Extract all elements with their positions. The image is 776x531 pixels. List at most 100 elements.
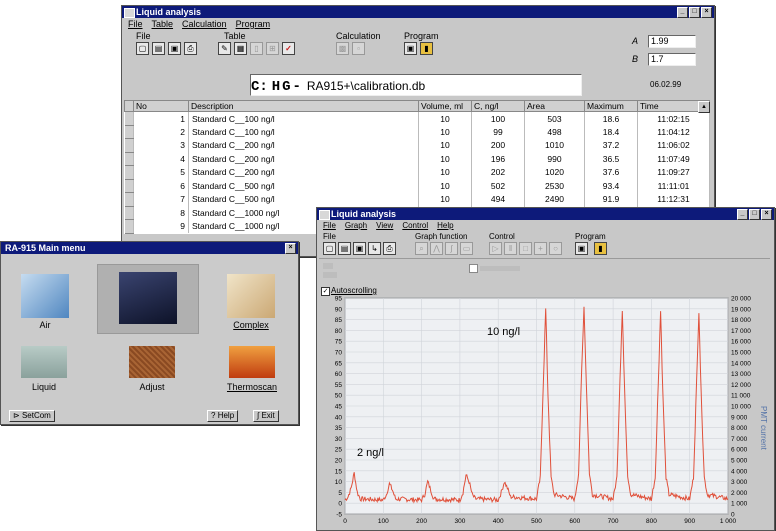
record-icon[interactable]: ○ bbox=[549, 242, 562, 255]
scroll-up-icon[interactable]: ▲ bbox=[698, 101, 710, 113]
graph-save-icon[interactable]: ▣ bbox=[353, 242, 366, 255]
thermoscan-tile-image[interactable] bbox=[229, 346, 275, 378]
exit-door-icon[interactable]: ▮ bbox=[420, 42, 433, 55]
cell-maximum: 37.2 bbox=[584, 138, 638, 152]
stop-icon[interactable]: □ bbox=[519, 242, 532, 255]
graph-program-icon[interactable]: ▣ bbox=[575, 242, 588, 255]
print-icon[interactable]: ⎙ bbox=[184, 42, 197, 55]
y-tick-label: 40 bbox=[335, 414, 343, 421]
table-row[interactable]: 2 Standard C__100 ng/l 10 99 498 18.4 11:04:12 bbox=[124, 125, 710, 139]
exit-button[interactable]: ∫ Exit bbox=[253, 410, 279, 422]
graph-exit-icon[interactable]: ▮ bbox=[594, 242, 607, 255]
maximize-icon[interactable]: □ bbox=[689, 7, 700, 18]
close-icon[interactable]: × bbox=[701, 7, 712, 18]
calc-icon[interactable]: ▩ bbox=[336, 42, 349, 55]
table-grid-icon[interactable]: ▦ bbox=[234, 42, 247, 55]
thermoscan-tile-label[interactable]: Thermoscan bbox=[217, 382, 287, 392]
check-icon[interactable]: ✓ bbox=[282, 42, 295, 55]
graph-export-icon[interactable]: ↳ bbox=[368, 242, 381, 255]
baseline-icon[interactable]: ▭ bbox=[460, 242, 473, 255]
table-row[interactable]: 6 Standard C__500 ng/l 10 502 2530 93.4 11:11:… bbox=[124, 179, 710, 193]
program-icon[interactable]: ▣ bbox=[404, 42, 417, 55]
graph-open-icon[interactable]: ▤ bbox=[338, 242, 351, 255]
faded-checkbox[interactable] bbox=[469, 264, 478, 273]
graph-menu-control[interactable]: Control bbox=[402, 220, 428, 232]
row-selector[interactable] bbox=[124, 219, 134, 234]
param-b-field[interactable]: 1.7 bbox=[648, 53, 696, 66]
col-header-maximum[interactable]: Maximum bbox=[584, 100, 638, 112]
row-selector[interactable] bbox=[124, 192, 134, 207]
adjust-tile-label[interactable]: Adjust bbox=[117, 382, 187, 392]
row-selector[interactable] bbox=[124, 138, 134, 153]
col-header-concentration[interactable]: C, ng/l bbox=[471, 100, 525, 112]
table-row[interactable]: 3 Standard C__200 ng/l 10 200 1010 37.2 11:06:… bbox=[124, 138, 710, 153]
table-row[interactable]: 4 Standard C__200 ng/l 10 196 990 36.5 11:07:4… bbox=[124, 152, 710, 166]
y2-tick-label: 20 000 bbox=[731, 296, 751, 303]
edit-table-icon[interactable]: ✎ bbox=[218, 42, 231, 55]
cell-no: 8 bbox=[133, 206, 189, 220]
zoom-icon[interactable]: ⌕ bbox=[415, 242, 428, 255]
graph-minimize-icon[interactable]: _ bbox=[737, 209, 748, 220]
graph-maximize-icon[interactable]: □ bbox=[749, 209, 760, 220]
setcom-button[interactable]: ⊳ SetCom bbox=[9, 410, 55, 422]
plus-icon[interactable]: + bbox=[534, 242, 547, 255]
menu-table[interactable]: Table bbox=[152, 18, 174, 30]
row-selector[interactable] bbox=[124, 111, 134, 126]
table-row[interactable]: 1 Standard C__100 ng/l 10 100 503 18.6 11:02:1… bbox=[124, 111, 710, 126]
col-header-no[interactable]: No bbox=[133, 100, 189, 112]
cell-area: 498 bbox=[524, 125, 585, 139]
graph-menu-help[interactable]: Help bbox=[437, 220, 453, 232]
graph-new-icon[interactable]: ▢ bbox=[323, 242, 336, 255]
row-selector[interactable] bbox=[124, 125, 134, 139]
peak-icon[interactable]: ⋀ bbox=[430, 242, 443, 255]
menu-file[interactable]: File bbox=[128, 18, 143, 30]
y2-tick-label: 12 000 bbox=[731, 382, 751, 389]
integrate-icon[interactable]: ∫ bbox=[445, 242, 458, 255]
path-text: RA915+\calibration.db bbox=[306, 79, 426, 93]
complex-tile-label[interactable]: Complex bbox=[216, 320, 286, 330]
liquid-tile-image[interactable] bbox=[21, 346, 67, 378]
table-window-title: Liquid analysis bbox=[136, 7, 202, 17]
graph-app-icon bbox=[319, 210, 330, 220]
row-selector[interactable] bbox=[124, 206, 134, 220]
row-selector[interactable] bbox=[124, 165, 134, 180]
graph-menu-view[interactable]: View bbox=[376, 220, 393, 232]
menu-program[interactable]: Program bbox=[236, 18, 271, 30]
menu-calculation[interactable]: Calculation bbox=[182, 18, 227, 30]
analyzer-device-icon[interactable] bbox=[119, 272, 177, 324]
file-path-field[interactable]: C: HG- RA915+\calibration.db bbox=[250, 74, 582, 96]
open-file-icon[interactable]: ▤ bbox=[152, 42, 165, 55]
calc-settings-icon[interactable]: ▫ bbox=[352, 42, 365, 55]
col-header-volume[interactable]: Volume, ml bbox=[418, 100, 472, 112]
air-tile-image[interactable] bbox=[21, 274, 69, 318]
x-tick-label: 100 bbox=[378, 518, 389, 525]
main-menu-close-icon[interactable]: × bbox=[285, 243, 296, 254]
col-header-area[interactable]: Area bbox=[524, 100, 585, 112]
complex-tile-image[interactable] bbox=[227, 274, 275, 318]
liquid-tile-label[interactable]: Liquid bbox=[9, 382, 79, 392]
help-button[interactable]: ? Help bbox=[207, 410, 239, 422]
air-tile-label[interactable]: Air bbox=[10, 320, 80, 330]
graph-print-icon[interactable]: ⎙ bbox=[383, 242, 396, 255]
row-selector[interactable] bbox=[124, 152, 134, 166]
toolbar-table-group: Table ✎ ▦ ▯ ⊞ ✓ bbox=[218, 31, 295, 55]
start-icon[interactable]: ▷ bbox=[489, 242, 502, 255]
adjust-tile-image[interactable] bbox=[129, 346, 175, 378]
col-header-description[interactable]: Description bbox=[188, 100, 419, 112]
minimize-icon[interactable]: _ bbox=[677, 7, 688, 18]
insert-row-icon[interactable]: ⊞ bbox=[266, 42, 279, 55]
pause-icon[interactable]: ‖ bbox=[504, 242, 517, 255]
graph-menu-file[interactable]: File bbox=[323, 220, 336, 232]
new-file-icon[interactable]: ▢ bbox=[136, 42, 149, 55]
main-menu-titlebar[interactable]: RA-915 Main menu × bbox=[1, 242, 298, 254]
table-row[interactable]: 5 Standard C__200 ng/l 10 202 1020 37.6 11:09:… bbox=[124, 165, 710, 180]
table-row[interactable]: 7 Standard C__500 ng/l 10 494 2490 91.9 11:12:… bbox=[124, 192, 710, 207]
param-a-field[interactable]: 1.99 bbox=[648, 35, 696, 48]
table-window-titlebar[interactable]: Liquid analysis _ □ × bbox=[122, 6, 714, 18]
save-file-icon[interactable]: ▣ bbox=[168, 42, 181, 55]
graph-menu-graph[interactable]: Graph bbox=[345, 220, 367, 232]
graph-window-titlebar[interactable]: Liquid analysis _ □ × bbox=[317, 208, 774, 220]
delete-row-icon[interactable]: ▯ bbox=[250, 42, 263, 55]
graph-close-icon[interactable]: × bbox=[761, 209, 772, 220]
row-selector[interactable] bbox=[124, 179, 134, 193]
